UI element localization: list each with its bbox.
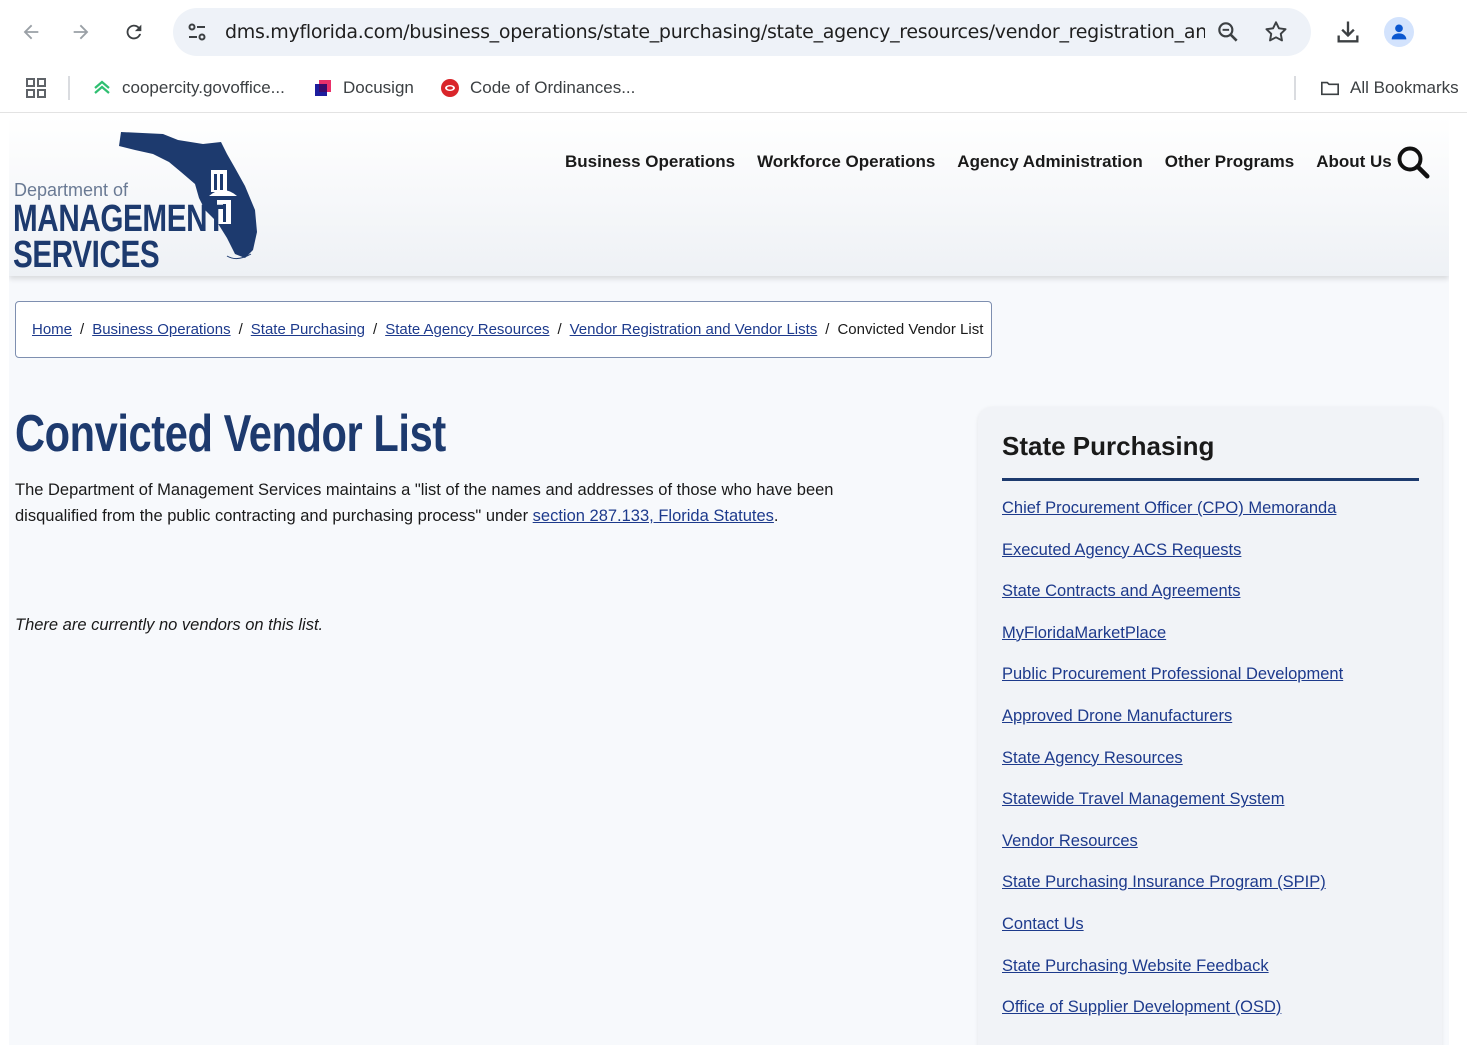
empty-list-note: There are currently no vendors on this l… xyxy=(15,616,324,634)
nav-other-programs[interactable]: Other Programs xyxy=(1165,146,1294,178)
address-bar[interactable]: dms.myflorida.com/business_operations/st… xyxy=(173,8,1311,56)
list-item: State Contracts and Agreements xyxy=(1002,582,1343,624)
folder-icon xyxy=(1320,78,1340,98)
sidebar-link-contact-us[interactable]: Contact Us xyxy=(1002,915,1084,933)
arrow-right-icon xyxy=(73,24,89,40)
apps-grid-icon[interactable] xyxy=(24,76,48,100)
breadcrumb-vendor-registration[interactable]: Vendor Registration and Vendor Lists xyxy=(570,321,818,338)
bookmark-code-of-ordinances[interactable]: Code of Ordinances... xyxy=(440,74,635,102)
list-item: Office of Supplier Development (OSD) xyxy=(1002,998,1343,1040)
sidebar-link-myfloridamarketplace[interactable]: MyFloridaMarketPlace xyxy=(1002,624,1166,642)
breadcrumb-state-purchasing[interactable]: State Purchasing xyxy=(251,321,365,338)
person-icon xyxy=(1391,24,1407,40)
sidebar-divider xyxy=(1002,478,1419,481)
breadcrumb-state-agency-resources[interactable]: State Agency Resources xyxy=(385,321,549,338)
logo-services-text: SERVICES xyxy=(13,234,160,276)
site-header: Department of MANAGEMENT SERVICES Busine… xyxy=(9,116,1449,276)
sidebar-state-purchasing: State Purchasing Chief Procurement Offic… xyxy=(978,407,1442,1045)
nav-business-operations[interactable]: Business Operations xyxy=(565,146,735,178)
arrow-left-icon xyxy=(23,24,39,40)
page-title: Convicted Vendor List xyxy=(15,405,446,463)
docusign-logo-icon xyxy=(313,78,333,98)
all-bookmarks-button[interactable]: All Bookmarks xyxy=(1320,74,1459,102)
sidebar-link-state-contracts[interactable]: State Contracts and Agreements xyxy=(1002,582,1240,600)
list-item: Chief Procurement Officer (CPO) Memorand… xyxy=(1002,499,1343,541)
breadcrumb-home[interactable]: Home xyxy=(32,321,72,338)
zoom-icon[interactable] xyxy=(1215,19,1241,45)
breadcrumb-business-operations[interactable]: Business Operations xyxy=(92,321,230,338)
breadcrumb-separator: / xyxy=(373,321,378,338)
breadcrumb-separator: / xyxy=(825,321,830,338)
bookmarks-divider xyxy=(68,76,70,100)
all-bookmarks-label: All Bookmarks xyxy=(1350,78,1459,97)
breadcrumb-separator: / xyxy=(238,321,243,338)
statute-link[interactable]: section 287.133, Florida Statutes xyxy=(533,507,774,525)
list-item: MyFloridaMarketPlace xyxy=(1002,624,1343,666)
reload-icon xyxy=(126,24,142,40)
search-icon[interactable] xyxy=(1395,144,1431,180)
sidebar-link-spip[interactable]: State Purchasing Insurance Program (SPIP… xyxy=(1002,873,1326,891)
url-text[interactable]: dms.myflorida.com/business_operations/st… xyxy=(225,21,1205,43)
dms-logo[interactable]: Department of MANAGEMENT SERVICES xyxy=(13,130,263,276)
browser-toolbar: dms.myflorida.com/business_operations/st… xyxy=(0,0,1467,64)
profile-avatar[interactable] xyxy=(1384,17,1414,47)
sidebar-link-drone-manufacturers[interactable]: Approved Drone Manufacturers xyxy=(1002,707,1232,725)
bookmark-docusign[interactable]: Docusign xyxy=(313,74,414,102)
sidebar-link-cpo-memoranda[interactable]: Chief Procurement Officer (CPO) Memorand… xyxy=(1002,499,1336,517)
list-item: State Purchasing Website Feedback xyxy=(1002,957,1343,999)
breadcrumb-separator: / xyxy=(557,321,562,338)
sidebar-link-vendor-resources[interactable]: Vendor Resources xyxy=(1002,832,1138,850)
sidebar-link-acs-requests[interactable]: Executed Agency ACS Requests xyxy=(1002,541,1241,559)
bookmarks-divider xyxy=(1294,76,1296,100)
nav-workforce-operations[interactable]: Workforce Operations xyxy=(757,146,935,178)
breadcrumb-separator: / xyxy=(80,321,85,338)
sidebar-link-state-agency-resources[interactable]: State Agency Resources xyxy=(1002,749,1183,767)
bookmark-label: Docusign xyxy=(343,78,414,97)
breadcrumb: Home / Business Operations / State Purch… xyxy=(15,301,992,358)
download-icon[interactable] xyxy=(1334,18,1362,46)
list-item: State Purchasing Insurance Program (SPIP… xyxy=(1002,873,1343,915)
site-info-icon[interactable] xyxy=(185,20,209,44)
bookmark-star-icon[interactable] xyxy=(1263,19,1289,45)
list-item: Vendor Resources xyxy=(1002,832,1343,874)
chevron-up-logo-icon xyxy=(92,78,112,98)
sidebar-link-osd[interactable]: Office of Supplier Development (OSD) xyxy=(1002,998,1281,1016)
sidebar-link-list: Chief Procurement Officer (CPO) Memorand… xyxy=(1002,499,1343,1040)
bookmark-label: Code of Ordinances... xyxy=(470,78,636,97)
list-item: Contact Us xyxy=(1002,915,1343,957)
nav-about-us[interactable]: About Us xyxy=(1316,146,1392,178)
intro-end: . xyxy=(773,507,779,525)
sidebar-link-travel-management[interactable]: Statewide Travel Management System xyxy=(1002,790,1284,808)
list-item: Approved Drone Manufacturers xyxy=(1002,707,1343,749)
main-nav: Business Operations Workforce Operations… xyxy=(554,146,1403,178)
bookmarks-bar: coopercity.govoffice... Docusign Code of… xyxy=(0,64,1467,113)
sidebar-title: State Purchasing xyxy=(1002,431,1215,461)
breadcrumb-current: Convicted Vendor List xyxy=(837,321,984,338)
reload-button[interactable] xyxy=(116,14,152,50)
list-item: Statewide Travel Management System xyxy=(1002,790,1343,832)
sidebar-link-website-feedback[interactable]: State Purchasing Website Feedback xyxy=(1002,957,1269,975)
nav-agency-administration[interactable]: Agency Administration xyxy=(957,146,1142,178)
list-item: Public Procurement Professional Developm… xyxy=(1002,665,1343,707)
sidebar-link-procurement-development[interactable]: Public Procurement Professional Developm… xyxy=(1002,665,1343,683)
page-content: Department of MANAGEMENT SERVICES Busine… xyxy=(9,116,1449,1045)
list-item: State Agency Resources xyxy=(1002,749,1343,791)
intro-paragraph: The Department of Management Services ma… xyxy=(15,477,895,529)
bookmark-label: coopercity.govoffice... xyxy=(122,78,285,97)
municode-logo-icon xyxy=(440,78,460,98)
forward-button[interactable] xyxy=(63,14,99,50)
back-button[interactable] xyxy=(13,14,49,50)
list-item: Executed Agency ACS Requests xyxy=(1002,541,1343,583)
bookmark-coopercity[interactable]: coopercity.govoffice... xyxy=(92,74,285,102)
